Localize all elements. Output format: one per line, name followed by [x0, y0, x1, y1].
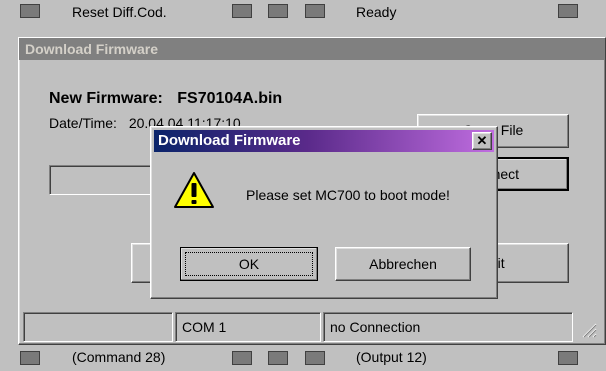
background-square-icon	[305, 351, 325, 365]
background-cell: Ready	[356, 4, 397, 20]
close-button[interactable]: ✕	[472, 132, 492, 150]
datetime-label: Date/Time:	[49, 115, 117, 131]
focus-rectangle	[185, 252, 313, 276]
status-port: COM 1	[175, 312, 321, 342]
dialog-title-bar: Download Firmware	[19, 38, 605, 60]
status-bar: COM 1 no Connection	[23, 312, 601, 342]
background-square-icon	[232, 351, 252, 365]
background-bottom-row: (Command 28) (Output 12)	[0, 345, 606, 371]
background-square-icon	[268, 4, 288, 18]
background-square-icon	[558, 351, 578, 365]
ok-button[interactable]: OK	[180, 247, 318, 281]
status-cell-empty	[23, 312, 173, 342]
status-connection: no Connection	[323, 312, 573, 342]
new-firmware-value: FS70104A.bin	[177, 90, 283, 107]
resize-grip-icon[interactable]	[579, 320, 599, 340]
background-cell: (Output 12)	[356, 349, 427, 365]
message-box: Download Firmware ✕ Please set MC700 to …	[150, 126, 498, 299]
background-square-icon	[305, 4, 325, 18]
background-top-row: Reset Diff.Cod. Ready	[0, 0, 606, 26]
warning-icon	[173, 171, 215, 209]
background-square-icon	[20, 351, 40, 365]
background-cell: Reset Diff.Cod.	[72, 4, 167, 20]
message-text: Please set MC700 to boot mode!	[246, 187, 450, 203]
new-firmware-line: New Firmware: FS70104A.bin	[49, 90, 282, 108]
background-cell: (Command 28)	[72, 349, 166, 365]
background-square-icon	[20, 4, 40, 18]
new-firmware-label: New Firmware:	[49, 90, 163, 107]
dialog-title: Download Firmware	[25, 41, 159, 57]
message-box-title-bar: Download Firmware ✕	[154, 130, 494, 152]
background-square-icon	[558, 4, 578, 18]
background-square-icon	[268, 351, 288, 365]
background-square-icon	[232, 4, 252, 18]
cancel-button[interactable]: Abbrechen	[335, 247, 471, 281]
message-box-title: Download Firmware	[158, 132, 301, 149]
close-icon: ✕	[476, 133, 488, 148]
